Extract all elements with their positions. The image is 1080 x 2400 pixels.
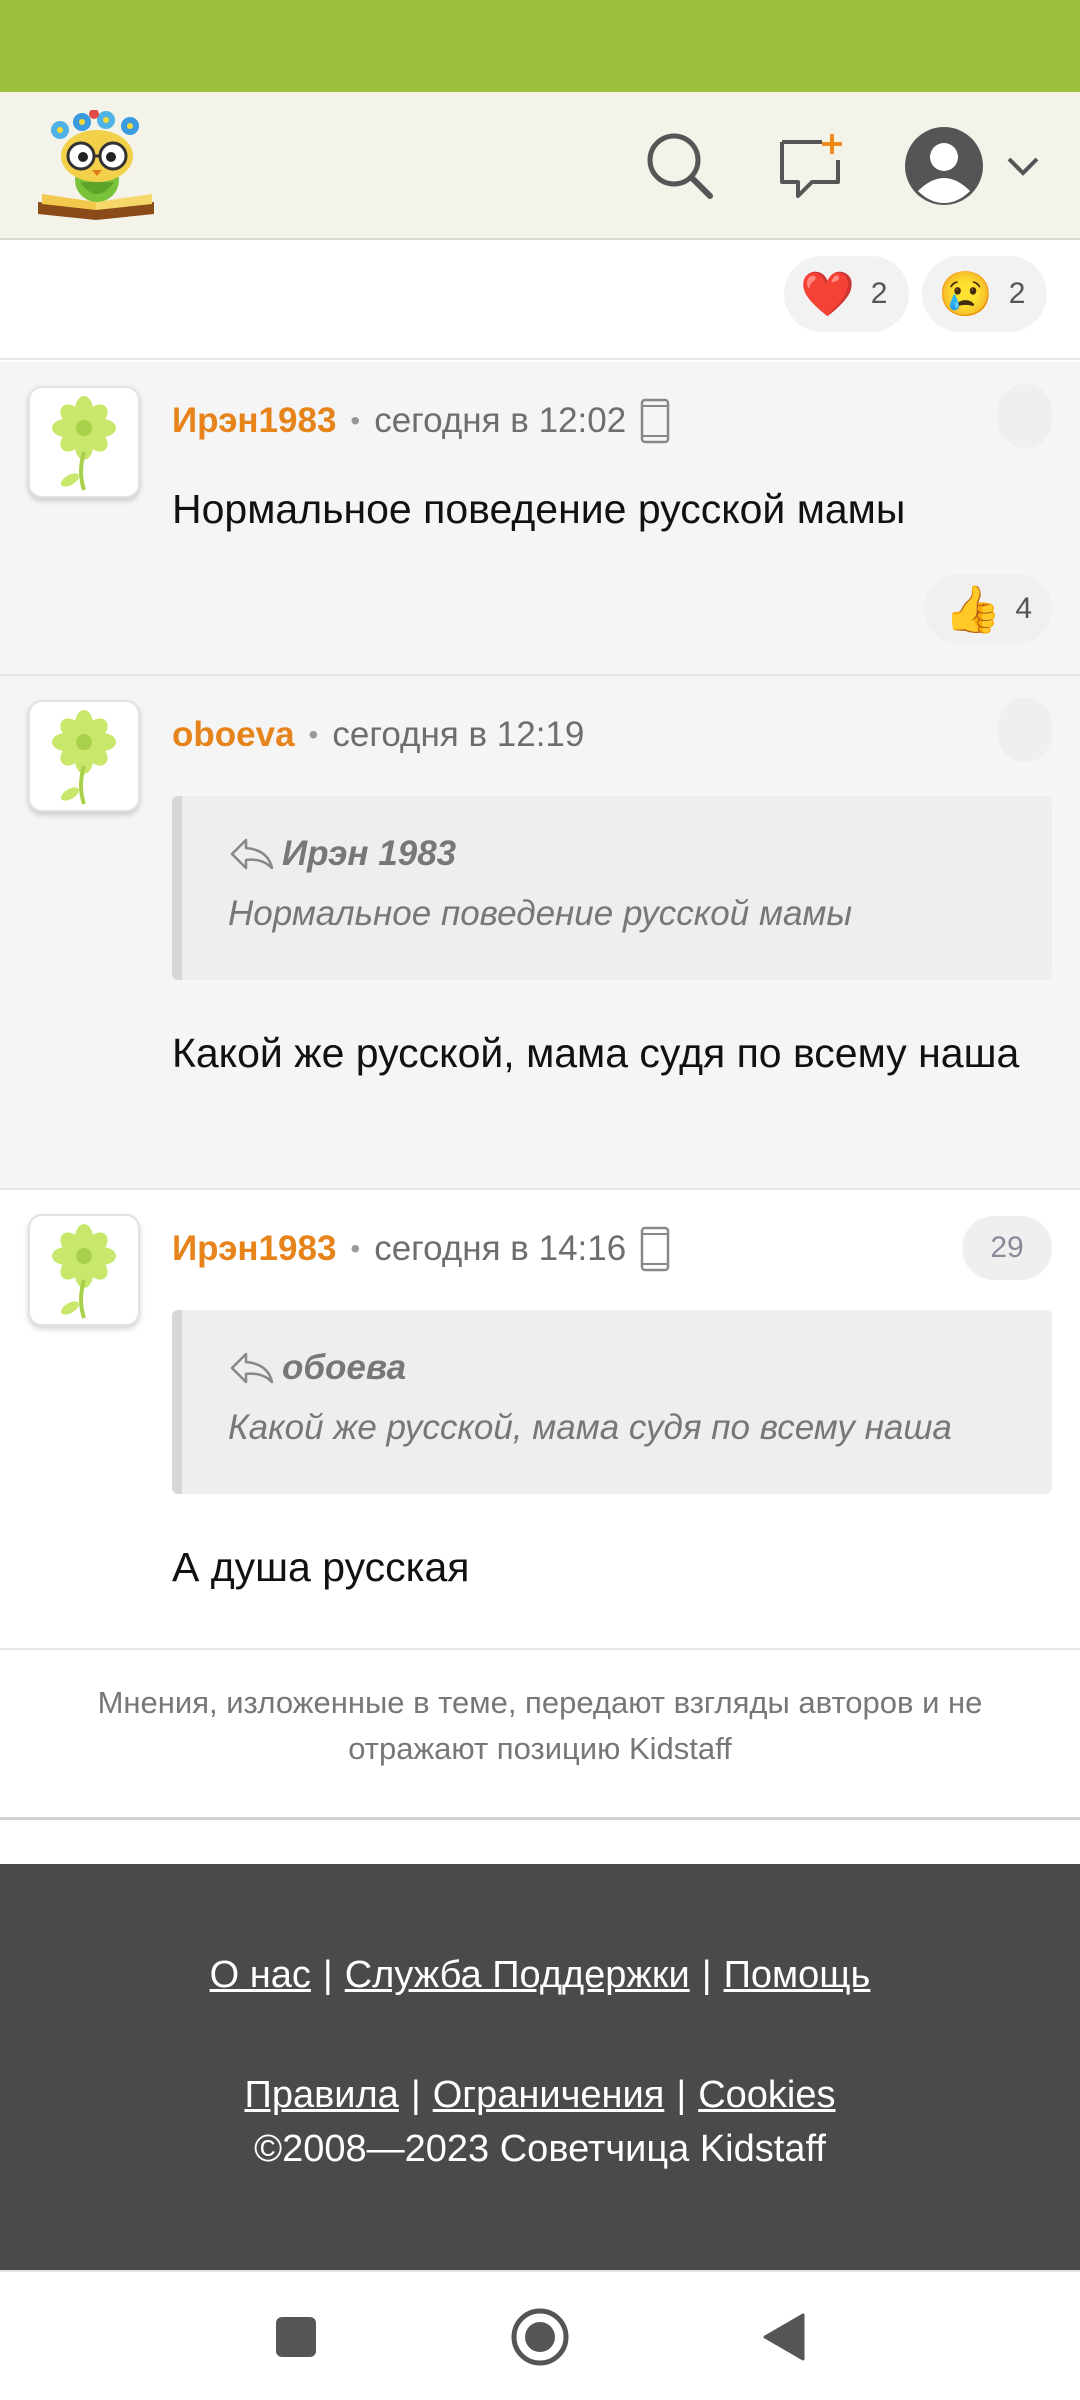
post-reactions-bar: ❤️ 2 😢 2	[0, 242, 1080, 360]
recents-button[interactable]	[256, 2302, 336, 2372]
site-header	[0, 92, 1080, 240]
comment-item: Ирэн1983 • сегодня в 14:16 29 обоева Как…	[0, 1190, 1080, 1650]
footer-link-restrictions[interactable]: Ограничения	[433, 2074, 665, 2116]
comment-menu-button[interactable]	[998, 698, 1052, 762]
comment-text: Какой же русской, мама судя по всему наш…	[172, 1030, 1020, 1076]
comment-meta: Ирэн1983 • сегодня в 12:02	[172, 396, 670, 446]
disclaimer: Мнения, изложенные в теме, передают взгл…	[0, 1650, 1080, 1820]
disclaimer-line: Мнения, изложенные в теме, передают взгл…	[97, 1685, 983, 1720]
comment-author[interactable]: Ирэн1983	[172, 1229, 336, 1269]
like-reaction-chip[interactable]: 👍 4	[924, 574, 1052, 644]
footer-link-help[interactable]: Помощь	[724, 1954, 871, 1996]
new-message-icon	[780, 134, 842, 198]
separator-dot: •	[350, 405, 361, 436]
crying-face-icon: 😢	[938, 270, 993, 319]
flower-avatar-icon	[52, 710, 116, 805]
footer-links-row: О нас | Служба Поддержки | Помощь	[0, 1954, 1080, 1997]
quote-author[interactable]: Ирэн 1983	[228, 834, 456, 874]
search-button[interactable]	[636, 122, 724, 210]
comment-meta: Ирэн1983 • сегодня в 14:16	[172, 1224, 670, 1274]
quote-author-name: Ирэн 1983	[282, 834, 457, 873]
mobile-device-icon	[640, 398, 670, 444]
quote-author-name: обоева	[282, 1348, 407, 1387]
comment-number-badge[interactable]: 29	[962, 1216, 1052, 1280]
footer-link-cookies[interactable]: Cookies	[698, 2074, 835, 2116]
footer-separator: |	[701, 1954, 712, 1996]
disclaimer-line: отражают позицию Kidstaff	[348, 1731, 732, 1766]
status-bar	[0, 0, 1080, 92]
footer-separator: |	[410, 2074, 421, 2116]
reply-arrow-icon	[230, 838, 274, 870]
quote-block: обоева Какой же русской, мама судя по вс…	[172, 1310, 1052, 1494]
search-icon	[647, 133, 713, 199]
quote-text: Нормальное поведение русской мамы	[228, 894, 853, 933]
footer-link-about[interactable]: О нас	[210, 1954, 311, 1996]
footer-separator: |	[322, 1954, 333, 1996]
home-button[interactable]	[500, 2302, 580, 2372]
reaction-count: 2	[870, 277, 888, 310]
comment-text: А душа русская	[172, 1544, 470, 1590]
chevron-down-icon	[1007, 157, 1039, 176]
comment-menu-button[interactable]	[998, 384, 1052, 448]
user-menu-button[interactable]	[898, 120, 1048, 212]
footer-link-rules[interactable]: Правила	[245, 2074, 399, 2116]
kidstaff-owl-logo-icon[interactable]	[34, 109, 160, 222]
system-navigation-bar	[0, 2270, 1080, 2400]
separator-dot: •	[350, 1233, 361, 1264]
comment-text: Нормальное поведение русской мамы	[172, 486, 906, 532]
home-circle-icon	[511, 2308, 569, 2366]
thumbs-up-icon: 👍	[944, 582, 1002, 635]
comment-time: сегодня в 12:19	[332, 715, 585, 754]
flower-avatar-icon	[52, 396, 116, 491]
site-footer: О нас | Служба Поддержки | Помощь Правила | Ог…	[0, 1864, 1080, 2270]
avatar[interactable]	[28, 700, 140, 812]
footer-separator: |	[676, 2074, 687, 2116]
comment-meta: oboeva • сегодня в 12:19	[172, 710, 584, 760]
back-button[interactable]	[744, 2302, 824, 2372]
reply-arrow-icon	[230, 1352, 274, 1384]
reaction-crying-chip[interactable]: 😢 2	[922, 256, 1048, 332]
comment-author[interactable]: Ирэн1983	[172, 401, 336, 441]
flower-avatar-icon	[52, 1224, 116, 1319]
reaction-count: 2	[1008, 277, 1026, 310]
recents-square-icon	[276, 2317, 316, 2357]
heart-icon: ❤️	[800, 270, 855, 319]
reaction-heart-chip[interactable]: ❤️ 2	[784, 256, 910, 332]
comment-item: oboeva • сегодня в 12:19 Ирэн 1983 Норма…	[0, 676, 1080, 1190]
comment-time: сегодня в 12:02	[374, 401, 627, 440]
avatar[interactable]	[28, 1214, 140, 1326]
separator-dot: •	[308, 719, 319, 750]
quote-block: Ирэн 1983 Нормальное поведение русской м…	[172, 796, 1052, 980]
comment-time: сегодня в 14:16	[374, 1229, 627, 1268]
footer-copyright: ©2008—2023 Советчица Kidstaff	[254, 2128, 826, 2170]
avatar[interactable]	[28, 386, 140, 498]
mobile-device-icon	[640, 1226, 670, 1272]
quote-author[interactable]: обоева	[228, 1348, 406, 1388]
footer-links-row: Правила | Ограничения | Cookies	[0, 2074, 1080, 2117]
footer-link-support[interactable]: Служба Поддержки	[345, 1954, 690, 1996]
comment-item: Ирэн1983 • сегодня в 12:02 Нормальное по…	[0, 362, 1080, 676]
quote-text: Какой же русской, мама судя по всему наш…	[228, 1408, 952, 1447]
like-count: 4	[1015, 592, 1032, 625]
user-avatar-icon	[905, 127, 983, 205]
back-triangle-icon	[763, 2313, 805, 2361]
comment-author[interactable]: oboeva	[172, 715, 295, 755]
new-message-button[interactable]	[768, 122, 856, 210]
